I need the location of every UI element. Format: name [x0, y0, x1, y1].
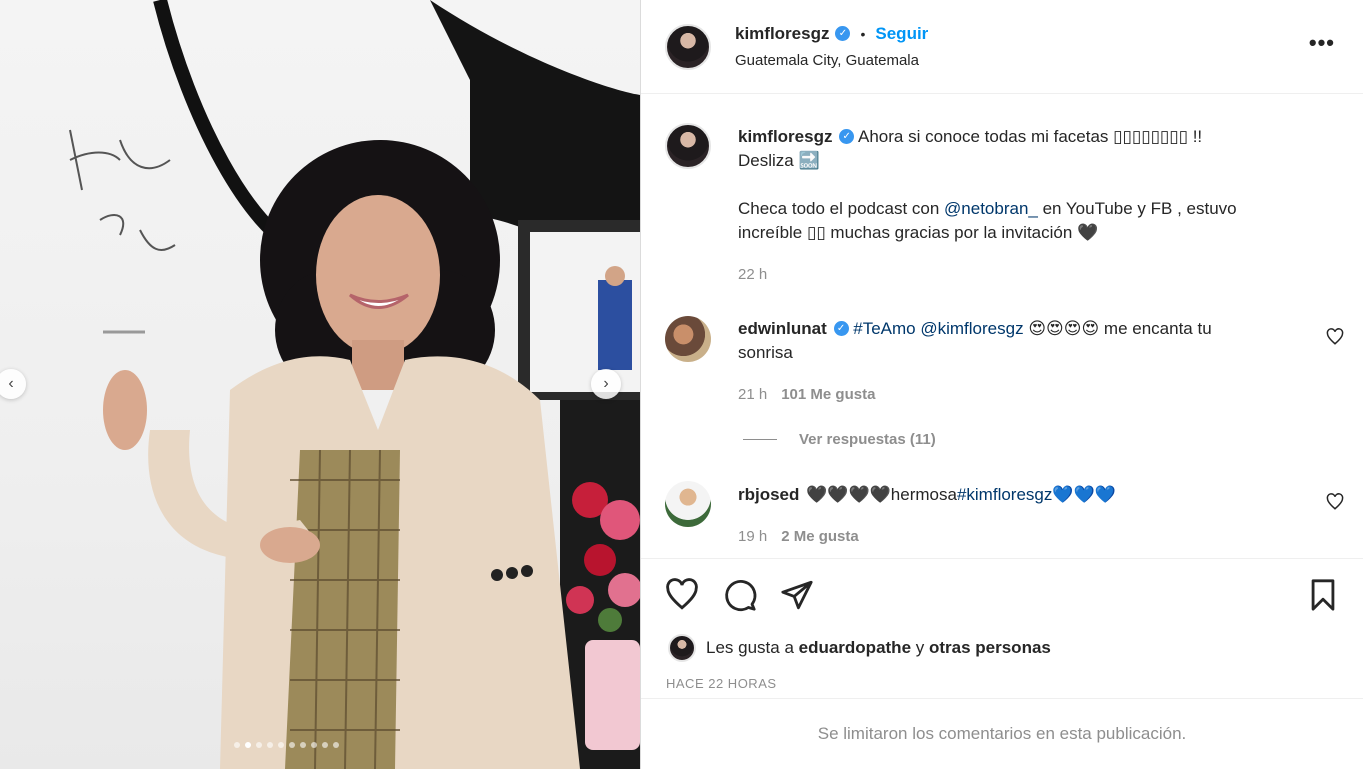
- caption-line: Ahora si conoce todas mi facetas ▯▯▯▯▯▯▯…: [858, 127, 1203, 146]
- commenter-avatar[interactable]: [665, 316, 711, 362]
- carousel-dot: [289, 742, 295, 748]
- carousel-dot: [311, 742, 317, 748]
- verified-badge-icon: ✓: [839, 129, 855, 145]
- post-actions: Les gusta a eduardopathe y otras persona…: [641, 558, 1363, 698]
- follow-button[interactable]: Seguir: [875, 24, 928, 44]
- liker-username[interactable]: eduardopathe: [799, 638, 911, 657]
- comment-mention-link[interactable]: @kimfloresgz: [920, 319, 1023, 338]
- comment-timestamp[interactable]: 21 h: [738, 386, 767, 403]
- verified-badge-icon: ✓: [835, 25, 851, 41]
- caption-line: en YouTube y FB , estuvo: [1037, 199, 1237, 218]
- caption-timestamp[interactable]: 22 h: [738, 266, 767, 283]
- save-bookmark-icon[interactable]: [1306, 578, 1340, 612]
- comment-body: 😍😍😍😍 me encanta tu: [1023, 319, 1212, 338]
- comment-meta: 21 h 101 Me gusta: [738, 386, 875, 403]
- carousel-dot: [333, 742, 339, 748]
- comments-limited-notice: Se limitaron los comentarios en esta pub…: [641, 698, 1363, 769]
- like-comment-heart-icon[interactable]: [1326, 493, 1344, 511]
- verified-badge-icon: ✓: [833, 321, 849, 337]
- view-replies-label: Ver respuestas (11): [799, 431, 936, 448]
- caption-line: Desliza 🔜: [738, 151, 820, 170]
- post-photo: [69, 0, 640, 769]
- author-avatar[interactable]: [665, 24, 711, 70]
- liker-avatar[interactable]: [668, 634, 696, 662]
- chevron-right-icon: ›: [603, 375, 609, 392]
- caption-line: increíble ▯▯ muchas gracias por la invit…: [738, 223, 1099, 242]
- carousel-dot: [300, 742, 306, 748]
- commenter-username[interactable]: edwinlunat: [738, 319, 827, 338]
- likes-summary[interactable]: Les gusta a eduardopathe y otras persona…: [668, 634, 1051, 662]
- commenter-avatar[interactable]: [665, 481, 711, 527]
- caption-author-avatar[interactable]: [665, 123, 711, 169]
- carousel-indicator: [234, 742, 339, 748]
- caption-author-username[interactable]: kimfloresgz: [738, 127, 832, 146]
- comment-body: 💙💙💙: [1052, 485, 1116, 504]
- other-likers-link[interactable]: otras personas: [929, 638, 1051, 657]
- comment-hashtag-link[interactable]: #TeAmo: [853, 319, 915, 338]
- separator-dot: •: [860, 26, 866, 42]
- share-paper-plane-icon[interactable]: [780, 578, 814, 612]
- comment-text: rbjosed 🖤🖤🖤🖤hermosa#kimfloresgz💙💙💙: [738, 483, 1324, 507]
- carousel-dot: [256, 742, 262, 748]
- post-media[interactable]: ‹ ›: [0, 0, 640, 769]
- likes-conjunction: y: [911, 638, 929, 657]
- comment-timestamp[interactable]: 19 h: [738, 528, 767, 545]
- post-timestamp[interactable]: HACE 22 HORAS: [666, 676, 777, 691]
- comment-likes-count[interactable]: 101 Me gusta: [781, 386, 875, 403]
- caption-meta: 22 h: [738, 266, 767, 283]
- caption-text: kimfloresgz ✓ Ahora si conoce todas mi f…: [738, 125, 1324, 245]
- author-username[interactable]: kimfloresgz: [735, 24, 829, 44]
- comment-meta: 19 h 2 Me gusta: [738, 528, 859, 545]
- comment-body: sonrisa: [738, 343, 793, 362]
- author-row: kimfloresgz ✓ • Seguir: [735, 24, 928, 44]
- like-comment-heart-icon[interactable]: [1326, 328, 1344, 346]
- carousel-next-button[interactable]: ›: [591, 369, 621, 399]
- post-side-panel: kimfloresgz ✓ • Seguir Guatemala City, G…: [640, 0, 1363, 769]
- view-replies-button[interactable]: Ver respuestas (11): [743, 431, 936, 448]
- caption-mention-link[interactable]: @netobran_: [944, 199, 1038, 218]
- commenter-username[interactable]: rbjosed: [738, 485, 799, 504]
- like-heart-icon[interactable]: [665, 578, 699, 612]
- comment-bubble-icon[interactable]: [723, 578, 757, 612]
- comment-hashtag-link[interactable]: #kimfloresgz: [957, 485, 1052, 504]
- likes-prefix: Les gusta a: [706, 638, 799, 657]
- more-options-icon[interactable]: •••: [1309, 30, 1335, 56]
- comment-likes-count[interactable]: 2 Me gusta: [781, 528, 859, 545]
- likes-summary-text: Les gusta a eduardopathe y otras persona…: [706, 638, 1051, 658]
- comment-text: edwinlunat ✓ #TeAmo @kimfloresgz 😍😍😍😍 me…: [738, 317, 1324, 365]
- chevron-left-icon: ‹: [8, 375, 14, 392]
- carousel-dot: [267, 742, 273, 748]
- post-header: kimfloresgz ✓ • Seguir Guatemala City, G…: [641, 0, 1363, 94]
- carousel-dot: [278, 742, 284, 748]
- comment-body: 🖤🖤🖤🖤hermosa: [806, 485, 957, 504]
- carousel-dot: [322, 742, 328, 748]
- carousel-dot: [234, 742, 240, 748]
- comments-list[interactable]: kimfloresgz ✓ Ahora si conoce todas mi f…: [641, 95, 1363, 558]
- replies-divider: [743, 439, 777, 440]
- post-location[interactable]: Guatemala City, Guatemala: [735, 52, 919, 69]
- caption-line: Checa todo el podcast con: [738, 199, 945, 218]
- carousel-dot-active: [245, 742, 251, 748]
